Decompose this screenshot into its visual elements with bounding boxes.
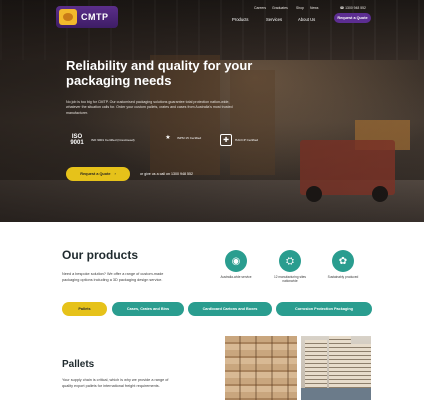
products-title: Our products <box>62 248 139 262</box>
hero-phone-line[interactable]: or give us a call on 1300 948 552 <box>140 172 193 176</box>
utility-phone[interactable]: ☎ 1300 948 552 <box>340 6 366 10</box>
logo-text: CMTP <box>81 12 109 22</box>
iso-badge-text: ISO 9001 <box>70 134 84 146</box>
utility-link-shop[interactable]: Shop <box>296 6 304 10</box>
pallets-description: Your supply chain is critical, which is … <box>62 378 169 388</box>
warehouse-floor-graphic <box>301 388 371 400</box>
pallets-warehouse-image <box>301 336 371 400</box>
iso-badge-icon: ISO 9001 <box>66 134 88 146</box>
cmtp-logo[interactable]: CMTP <box>56 6 118 28</box>
pallets-title: Pallets <box>62 359 95 370</box>
tab-corrosion-protection[interactable]: Corrosion Protection Packaging <box>276 302 372 316</box>
utility-phone-number: 1300 948 552 <box>345 6 366 10</box>
cert-haccp: ✚ HACCP Certified <box>220 134 258 146</box>
feature-sustainable: ✿ Sustainably produced <box>323 250 363 279</box>
tab-cases-crates-bins[interactable]: Cases, Crates and Bins <box>112 302 184 316</box>
cert-label: ISPM 15 Certified <box>177 135 202 140</box>
pallet-stack-graphic <box>329 336 351 388</box>
tab-cardboard-cartons[interactable]: Cardboard Cartons and Boxes <box>188 302 272 316</box>
logo-mark-icon <box>59 9 77 25</box>
nav-services[interactable]: Services <box>266 17 282 22</box>
cert-label: ISO 9001 Certified (Crestmead) <box>91 138 135 142</box>
hero-section: CMTP Careers Graduates Shop News ☎ 1300 … <box>0 0 424 222</box>
cert-ispm: ★ ISPM 15 Certified <box>162 134 201 141</box>
feature-label: 12 manufacturing sites nationwide <box>273 275 307 284</box>
feature-manufacturing: ⛭ 12 manufacturing sites nationwide <box>270 250 310 284</box>
hero-title: Reliability and quality for your packagi… <box>66 58 253 88</box>
pallets-stack-image <box>225 336 297 400</box>
utility-link-graduates[interactable]: Graduates <box>272 6 288 10</box>
hero-request-quote-button[interactable]: Request a Quote › <box>66 167 130 181</box>
arrow-right-icon: › <box>114 172 116 176</box>
factory-icon: ⛭ <box>279 250 301 272</box>
feature-label: Australia-wide service <box>220 275 252 279</box>
haccp-badge-icon: ✚ <box>220 134 232 146</box>
pallet-stack-graphic <box>351 344 371 388</box>
australia-icon: ◉ <box>225 250 247 272</box>
tab-pallets[interactable]: Pallets <box>62 302 107 316</box>
leaf-icon: ✿ <box>332 250 354 272</box>
ispm-badge-icon: ★ <box>165 135 171 141</box>
cta-label: Request a Quote <box>80 172 111 176</box>
pallet-stack-graphic <box>305 340 327 388</box>
products-description: Need a bespoke solution? We offer a rang… <box>62 272 164 282</box>
cert-label: HACCP Certified <box>235 138 259 142</box>
feature-australia-wide: ◉ Australia-wide service <box>216 250 256 279</box>
nav-products[interactable]: Products <box>232 17 249 22</box>
utility-link-careers[interactable]: Careers <box>254 6 266 10</box>
top-navigation: CMTP Careers Graduates Shop News ☎ 1300 … <box>0 0 424 30</box>
hero-description: No job is too big for CMTP. Our customis… <box>66 100 233 115</box>
feature-label: Sustainably produced <box>327 275 359 279</box>
utility-link-news[interactable]: News <box>310 6 318 10</box>
cert-iso: ISO 9001 ISO 9001 Certified (Crestmead) <box>66 134 135 146</box>
header-request-quote-button[interactable]: Request a Quote <box>334 13 371 23</box>
nav-about-us[interactable]: About Us <box>298 17 315 22</box>
